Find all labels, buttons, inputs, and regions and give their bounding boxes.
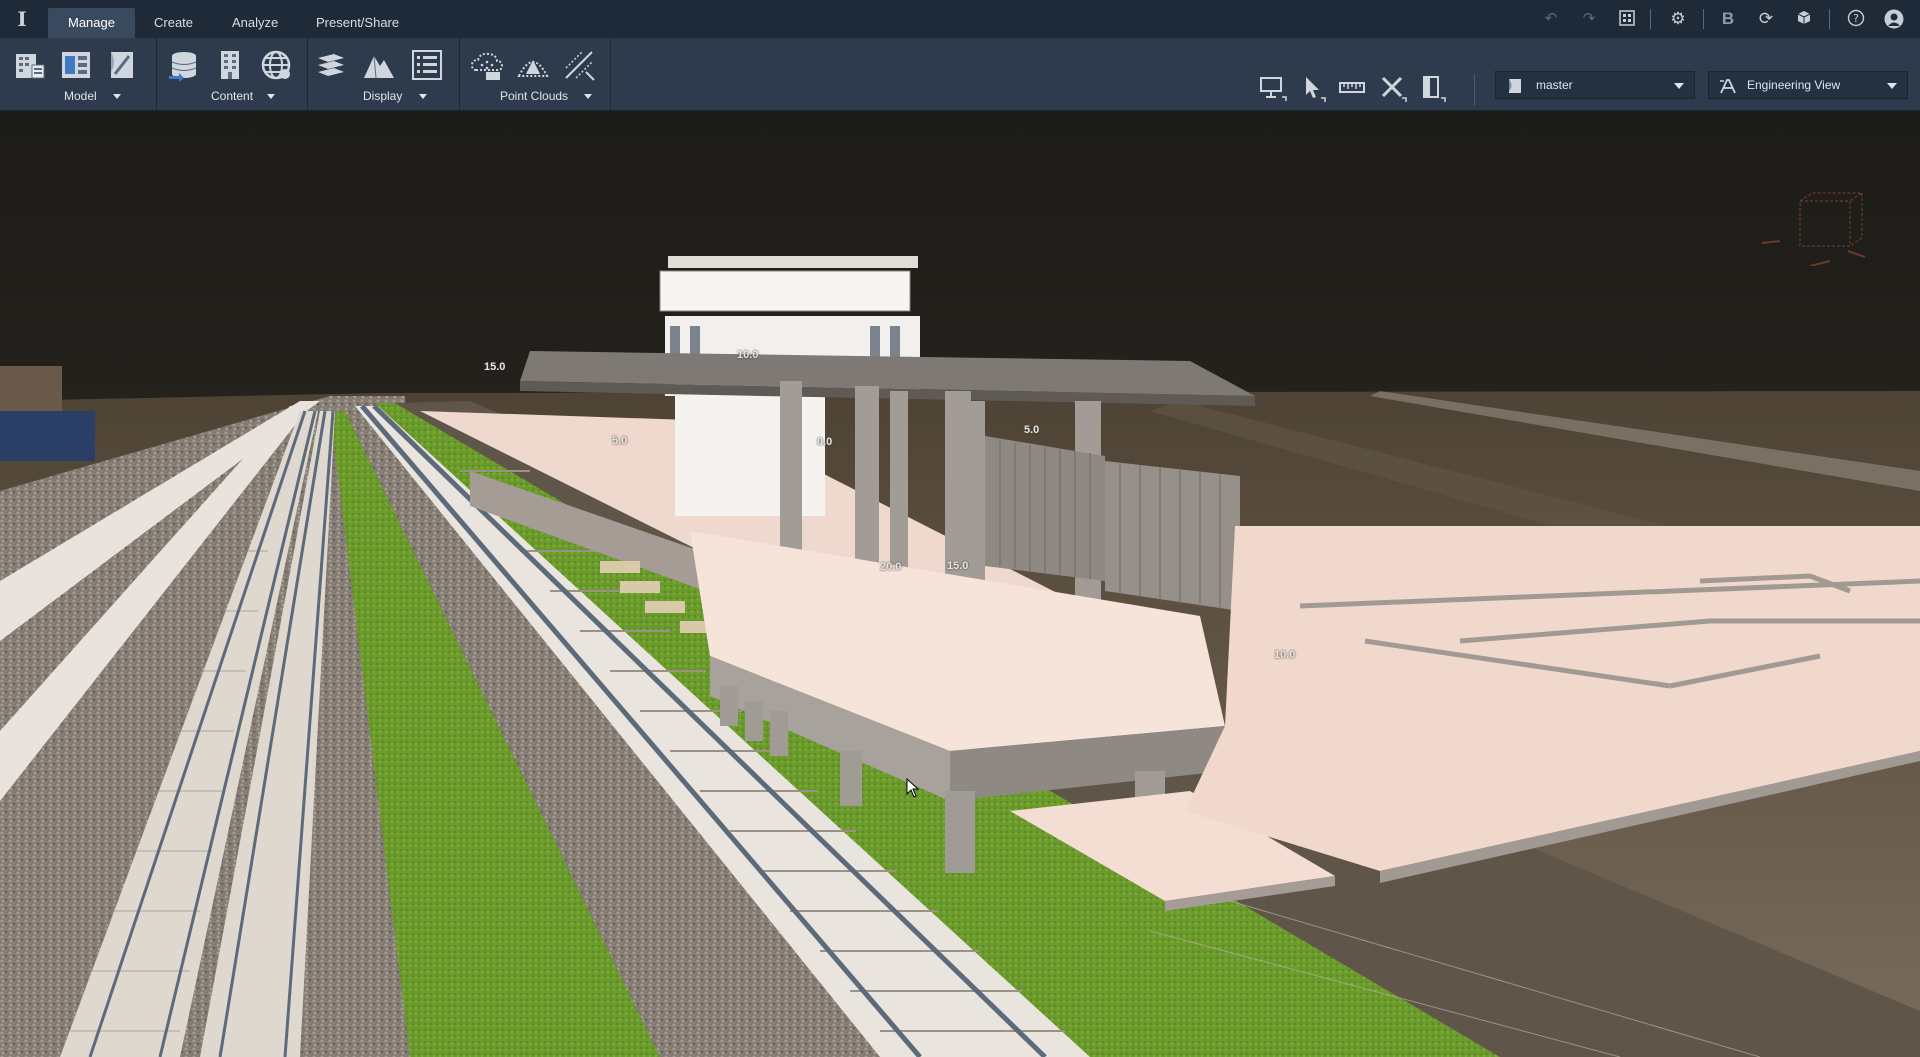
- branch-selector[interactable]: master: [1495, 71, 1695, 99]
- display-dropdown-caret-icon[interactable]: [419, 94, 427, 99]
- group-label-point-clouds: Point Clouds: [500, 89, 569, 103]
- select-arrow-icon[interactable]: [1298, 73, 1328, 103]
- list-icon[interactable]: [410, 48, 444, 82]
- globe-network-icon[interactable]: [259, 48, 293, 82]
- help-icon[interactable]: ?: [1846, 9, 1866, 29]
- far-building-blue: [0, 411, 95, 461]
- station-roof-top: [659, 270, 911, 312]
- chevron-down-icon: [1887, 83, 1897, 89]
- gear-icon[interactable]: ⚙: [1668, 9, 1688, 29]
- far-building: [0, 366, 62, 416]
- database-import-icon[interactable]: [167, 48, 201, 82]
- dimension-label: 10.0: [1274, 649, 1296, 661]
- dimension-label: 10.0: [737, 349, 759, 361]
- tab-present-share[interactable]: Present/Share: [296, 8, 419, 38]
- cross-tools-icon[interactable]: [1378, 73, 1408, 103]
- monitor-icon[interactable]: [1258, 73, 1288, 103]
- dimension-label: 5.0: [612, 435, 628, 447]
- group-label-display: Display: [363, 89, 403, 103]
- bold-b-icon[interactable]: B: [1718, 9, 1738, 29]
- model-panel-icon[interactable]: [59, 48, 93, 82]
- point-clouds-dropdown-caret-icon[interactable]: [584, 94, 592, 99]
- toolbar-separator: [1650, 9, 1651, 29]
- navigation-cube[interactable]: [1760, 171, 1870, 266]
- group-label-model: Model: [64, 89, 97, 103]
- rail-station-scene[interactable]: [0, 111, 1920, 1057]
- model-dropdown-caret-icon[interactable]: [113, 94, 121, 99]
- app-logo: I: [17, 7, 27, 31]
- building-grid-icon[interactable]: [213, 48, 247, 82]
- dome-points-icon[interactable]: [516, 48, 550, 82]
- station-roof-cap: [668, 256, 918, 268]
- app-window: I Manage Create Analyze Present/Share ↶ …: [0, 0, 1920, 1057]
- sketch-icon[interactable]: [105, 48, 139, 82]
- view-style-icon: [1719, 77, 1737, 95]
- redo-icon[interactable]: ↷: [1579, 9, 1599, 29]
- terrain-icon[interactable]: [362, 48, 396, 82]
- cube-cloud-icon[interactable]: [1794, 9, 1814, 29]
- cloud-points-icon[interactable]: [470, 48, 504, 82]
- dimension-label: 5.0: [1024, 424, 1040, 436]
- ribbon-group-display: Display: [308, 38, 460, 110]
- layout-icon[interactable]: [1617, 9, 1637, 29]
- layers-icon[interactable]: [314, 48, 348, 82]
- dimension-label: 15.0: [947, 560, 969, 572]
- section-icon[interactable]: [1418, 73, 1448, 103]
- measure-icon[interactable]: [1338, 73, 1368, 103]
- branch-selector-value: master: [1536, 78, 1573, 92]
- building-icon[interactable]: [13, 48, 47, 82]
- tab-create[interactable]: Create: [134, 8, 213, 38]
- toolbar-separator: [1474, 74, 1475, 106]
- view-selector-value: Engineering View: [1747, 78, 1841, 92]
- ribbon-group-point-clouds: Point Clouds: [460, 38, 611, 110]
- tab-analyze[interactable]: Analyze: [212, 8, 298, 38]
- branch-icon: [1506, 77, 1524, 95]
- dimension-label: 15.0: [484, 361, 506, 373]
- view-selector[interactable]: Engineering View: [1708, 71, 1908, 99]
- mouse-cursor-icon: [906, 778, 920, 798]
- dimension-label: 0.0: [817, 436, 833, 448]
- tab-manage[interactable]: Manage: [48, 8, 135, 38]
- 3d-viewport[interactable]: 10.0 15.0 5.0 0.0 5.0 20.0 15.0 10.0: [0, 111, 1920, 1057]
- toolbar-separator: [1829, 9, 1830, 29]
- chevron-down-icon: [1674, 83, 1684, 89]
- content-dropdown-caret-icon[interactable]: [267, 94, 275, 99]
- group-label-content: Content: [211, 89, 254, 103]
- tab-bar: I Manage Create Analyze Present/Share ↶ …: [0, 0, 1920, 38]
- dimension-label: 20.0: [880, 561, 902, 573]
- ribbon-group-content: Content: [157, 38, 308, 110]
- user-avatar-icon[interactable]: [1884, 9, 1904, 29]
- slice-icon[interactable]: [562, 48, 596, 82]
- ribbon-group-model: Model: [0, 38, 157, 110]
- refresh-icon[interactable]: ⟳: [1756, 9, 1776, 29]
- svg-text:?: ?: [1853, 12, 1859, 25]
- undo-icon[interactable]: ↶: [1541, 9, 1561, 29]
- ribbon-toolbar: Model Content Display Point Clouds maste…: [0, 38, 1920, 112]
- toolbar-separator: [1703, 9, 1704, 29]
